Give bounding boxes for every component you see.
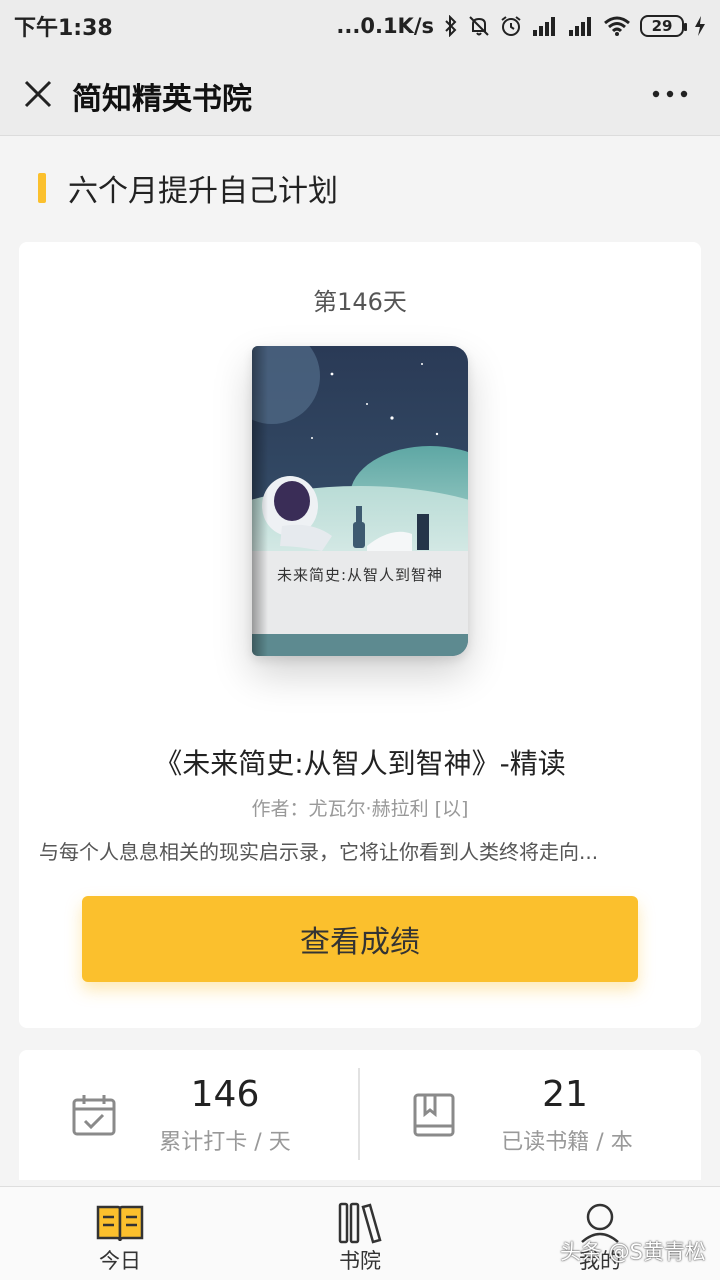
book-bookmark-icon — [411, 1092, 457, 1138]
tab-academy-label: 书院 — [339, 1249, 381, 1273]
more-button[interactable] — [650, 82, 690, 106]
books-read-label: 已读书籍 / 本 — [501, 1130, 633, 1155]
open-book-icon — [94, 1201, 146, 1245]
status-icons: ...0.1K/s 29 — [336, 14, 706, 38]
day-label: 第146天 — [313, 288, 407, 316]
section-accent-bar — [38, 173, 46, 203]
signal-icon-1 — [532, 16, 558, 36]
checkin-label: 累计打卡 / 天 — [159, 1130, 291, 1155]
page-title: 简知精英书院 — [72, 82, 252, 117]
status-bar: 下午1:38 ...0.1K/s 29 — [0, 0, 720, 52]
more-icon — [652, 90, 688, 98]
status-time: 下午1:38 — [14, 16, 113, 41]
nav-bar: 简知精英书院 — [0, 52, 720, 136]
book-card[interactable]: 第146天 未来简史:从智人到智神 《未来简史:从智人到智神》-精读 作者：尤瓦… — [19, 242, 701, 1028]
book-description: 与每个人息息相关的现实启示录，它将让你看到人类终将走向... — [39, 840, 599, 864]
checkin-count: 146 — [190, 1074, 260, 1115]
tab-mine[interactable]: 我的 — [540, 1187, 660, 1280]
tab-academy[interactable]: 书院 — [300, 1187, 420, 1280]
book-author: 作者：尤瓦尔·赫拉利 [以] — [251, 798, 469, 820]
stats-divider — [358, 1068, 360, 1160]
tab-today[interactable]: 今日 — [60, 1187, 180, 1280]
signal-icon-2 — [568, 16, 594, 36]
section-heading: 六个月提升自己计划 — [38, 168, 338, 209]
stats-card: 146 累计打卡 / 天 21 已读书籍 / 本 — [19, 1050, 701, 1180]
books-read-count: 21 — [542, 1074, 588, 1115]
tab-today-label: 今日 — [99, 1249, 141, 1273]
close-icon — [24, 80, 52, 108]
network-speed: ...0.1K/s — [336, 14, 434, 38]
charging-icon — [694, 16, 706, 36]
view-results-button[interactable]: 查看成绩 — [82, 896, 638, 982]
alarm-icon — [500, 15, 522, 37]
close-button[interactable] — [18, 74, 58, 114]
bookshelf-icon — [334, 1201, 386, 1245]
bluetooth-icon — [444, 15, 458, 37]
wifi-icon — [604, 16, 630, 36]
battery-icon: 29 — [640, 15, 687, 37]
section-title: 六个月提升自己计划 — [68, 174, 338, 209]
book-cover[interactable]: 未来简史:从智人到智神 — [252, 346, 468, 656]
calendar-check-icon — [71, 1092, 117, 1138]
book-title[interactable]: 《未来简史:从智人到智神》-精读 — [19, 742, 701, 782]
cover-title: 未来简史:从智人到智神 — [276, 566, 444, 584]
watermark: 头条 @S黄青松 — [559, 1240, 706, 1264]
mute-bell-icon — [468, 15, 490, 37]
